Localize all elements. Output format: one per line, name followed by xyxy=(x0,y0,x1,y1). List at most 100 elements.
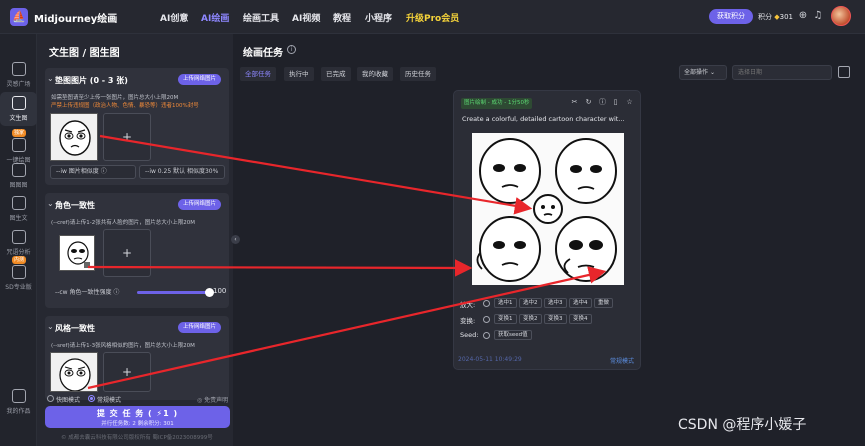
rail-item-gallery[interactable]: 图图图 xyxy=(0,163,37,189)
vary-2-button[interactable]: 变换2 xyxy=(519,314,542,324)
task-date: 2024-05-11 10:49:29 xyxy=(458,356,522,363)
fast-mode-label[interactable]: 快图模式 xyxy=(56,395,80,404)
tab-history[interactable]: 历史任务 xyxy=(400,67,436,81)
rail-item-inspiration[interactable]: 灵感广场 xyxy=(0,62,37,88)
scissors-icon[interactable]: ✂ xyxy=(570,98,579,107)
nav-ai-painting[interactable]: AI绘画 xyxy=(201,11,229,24)
vary-label: 变换: xyxy=(460,317,476,325)
nav-upgrade-pro[interactable]: 升级Pro会员 xyxy=(406,11,459,24)
collapse-panel-button[interactable]: ‹ xyxy=(231,235,240,244)
tab-running[interactable]: 执行中 xyxy=(284,67,314,81)
bell-icon[interactable]: ♫ xyxy=(812,10,824,22)
nav-mini-program[interactable]: 小程序 xyxy=(365,11,392,24)
rail-item-text-to-image[interactable]: 文生图 xyxy=(0,92,37,126)
style-image-thumbnail[interactable] xyxy=(50,352,98,392)
zoom-4-button[interactable]: 选中4 xyxy=(569,298,592,308)
chevron-down-icon[interactable]: ⌄ xyxy=(47,74,54,83)
rail-label: 我的作品 xyxy=(6,408,31,415)
info-icon[interactable]: ⓘ xyxy=(598,98,607,107)
zoom-2-button[interactable]: 选中2 xyxy=(519,298,542,308)
avatar[interactable] xyxy=(831,6,851,26)
tab-all-tasks[interactable]: 全部任务 xyxy=(240,67,276,81)
badge-exclusive: 独家 xyxy=(12,129,27,137)
zoom-1-button[interactable]: 选中1 xyxy=(494,298,517,308)
iw-value-select[interactable]: --iw 0.25 默认 相似度30% xyxy=(139,165,225,179)
normal-mode-label[interactable]: 常规模式 xyxy=(97,395,121,404)
refresh-icon[interactable]: ↻ xyxy=(584,98,593,107)
add-pad-image-button[interactable]: + xyxy=(103,113,151,161)
fast-mode-radio[interactable] xyxy=(47,395,54,402)
icp-footer[interactable]: © 成都去囊云科技有限公司版权所有 蜀ICP备2023008999号 xyxy=(61,433,213,441)
points-display: 积分 ◆301 xyxy=(758,12,793,22)
chevron-down-icon[interactable]: ⌄ xyxy=(47,199,54,208)
vary-1-button[interactable]: 变换1 xyxy=(494,314,517,324)
upload-web-image-button[interactable]: 上传网络图片 xyxy=(177,199,221,210)
style-desc: (--sref)请上传1-3张风格相似的图片，图片总大小上限20M xyxy=(51,343,195,349)
vary-4-button[interactable]: 变换4 xyxy=(569,314,592,324)
get-credits-button[interactable]: 获取积分 xyxy=(709,9,753,24)
watermark: CSDN @程序小媛子 xyxy=(678,417,807,433)
rail-item-sd-pro[interactable]: 内测 SD专业版 xyxy=(0,256,37,291)
submit-sub: 并行任务数: 2 剩余积分: 301 xyxy=(101,421,174,427)
delete-icon[interactable]: ▯ xyxy=(611,98,620,107)
task-mode: 常规模式 xyxy=(609,358,634,365)
character-image-thumbnail[interactable] xyxy=(59,235,95,271)
points-label: 积分 xyxy=(758,13,772,21)
pad-image-thumbnail[interactable] xyxy=(50,113,98,161)
task-card: 图片绘制 - 成功 - 1分50秒 ✂ ↻ ⓘ ▯ ☆ Create a col… xyxy=(453,90,641,370)
points-value: 301 xyxy=(779,13,793,21)
rail-item-prompt-analysis[interactable]: 咒语分析 xyxy=(0,230,37,256)
info-icon[interactable]: i xyxy=(287,45,296,54)
normal-mode-radio[interactable] xyxy=(88,395,95,402)
logo-icon[interactable]: ⛵ xyxy=(10,8,28,26)
rail-item-image-to-text[interactable]: 图生文 xyxy=(0,196,37,222)
all-operations-select[interactable]: 全部操作 ⌄ xyxy=(679,65,727,80)
cw-slider-track[interactable] xyxy=(137,291,209,294)
add-style-image-button[interactable]: + xyxy=(103,352,151,392)
style-consistency-card: ⌄ 风格一致性 上传网络图片 (--sref)请上传1-3张风格相似的图片，图片… xyxy=(45,316,229,400)
pad-image-desc: 如需垫图请至少上传一张图片，图片总大小上限20M xyxy=(51,95,179,101)
upload-web-image-button[interactable]: 上传网络图片 xyxy=(177,74,221,85)
rail-item-my-works[interactable]: 我的作品 xyxy=(0,389,37,415)
task-prompt: Create a colorful, detailed cartoon char… xyxy=(462,115,625,123)
date-picker-input[interactable] xyxy=(732,65,832,80)
rail-item-one-click[interactable]: 独家 一键绘图 xyxy=(0,129,37,164)
ops-label: 全部操作 xyxy=(684,69,709,76)
upload-web-image-button[interactable]: 上传网络图片 xyxy=(177,322,221,333)
nav-painting-tools[interactable]: 绘画工具 xyxy=(243,11,279,24)
character-desc: (--cref)请上传1-2张共有人脸的图片，图片总大小上限20M xyxy=(51,220,195,226)
info-icon xyxy=(483,332,490,339)
cw-slider-label: --cw 角色一致性强度 ⓘ xyxy=(55,287,119,296)
seed-label: Seed: xyxy=(460,331,479,339)
submit-label: 提 交 任 务 ( ⚡1 ) xyxy=(96,409,179,418)
nav-tutorial[interactable]: 教程 xyxy=(333,11,351,24)
rail-label: 文生图 xyxy=(9,115,28,122)
vary-3-button[interactable]: 变换3 xyxy=(544,314,567,324)
tab-completed[interactable]: 已完成 xyxy=(321,67,351,81)
iw-select[interactable]: --iw 图片相似度 ⓘ xyxy=(50,165,136,179)
grid-view-icon[interactable] xyxy=(838,66,850,78)
get-seed-button[interactable]: 获取seed值 xyxy=(494,330,532,340)
disclaimer-link[interactable]: ◎ 免责声明 xyxy=(197,395,228,404)
globe-icon[interactable]: ⊕ xyxy=(797,10,809,22)
character-title: 角色一致性 xyxy=(55,201,95,210)
style-title: 风格一致性 xyxy=(55,324,95,333)
redo-button[interactable]: 重做 xyxy=(594,298,614,308)
nav-ai-video[interactable]: AI视频 xyxy=(292,11,320,24)
doc-icon xyxy=(11,196,26,210)
brand-name[interactable]: Midjourney绘画 xyxy=(34,10,117,25)
star-icon[interactable]: ☆ xyxy=(625,98,634,107)
nav-ai-creative[interactable]: AI创意 xyxy=(160,11,188,24)
submit-task-button[interactable]: 提 交 任 务 ( ⚡1 ) 并行任务数: 2 剩余积分: 301 xyxy=(45,406,230,428)
pad-image-card: ⌄ 垫图图片 (0 - 3 张) 上传网络图片 如需垫图请至少上传一张图片，图片… xyxy=(45,68,229,185)
zoom-3-button[interactable]: 选中3 xyxy=(544,298,567,308)
rail-label: 图图图 xyxy=(9,182,28,189)
result-image[interactable] xyxy=(472,133,624,285)
chevron-down-icon[interactable]: ⌄ xyxy=(47,322,54,331)
pad-image-title: 垫图图片 (0 - 3 张) xyxy=(55,76,128,85)
tab-favorites[interactable]: 我的收藏 xyxy=(357,67,393,81)
add-character-image-button[interactable]: + xyxy=(103,229,151,277)
rail-label: 咒语分析 xyxy=(6,249,31,256)
info-icon: ⓘ xyxy=(100,168,107,175)
cw-slider-value: 100 xyxy=(213,287,227,295)
